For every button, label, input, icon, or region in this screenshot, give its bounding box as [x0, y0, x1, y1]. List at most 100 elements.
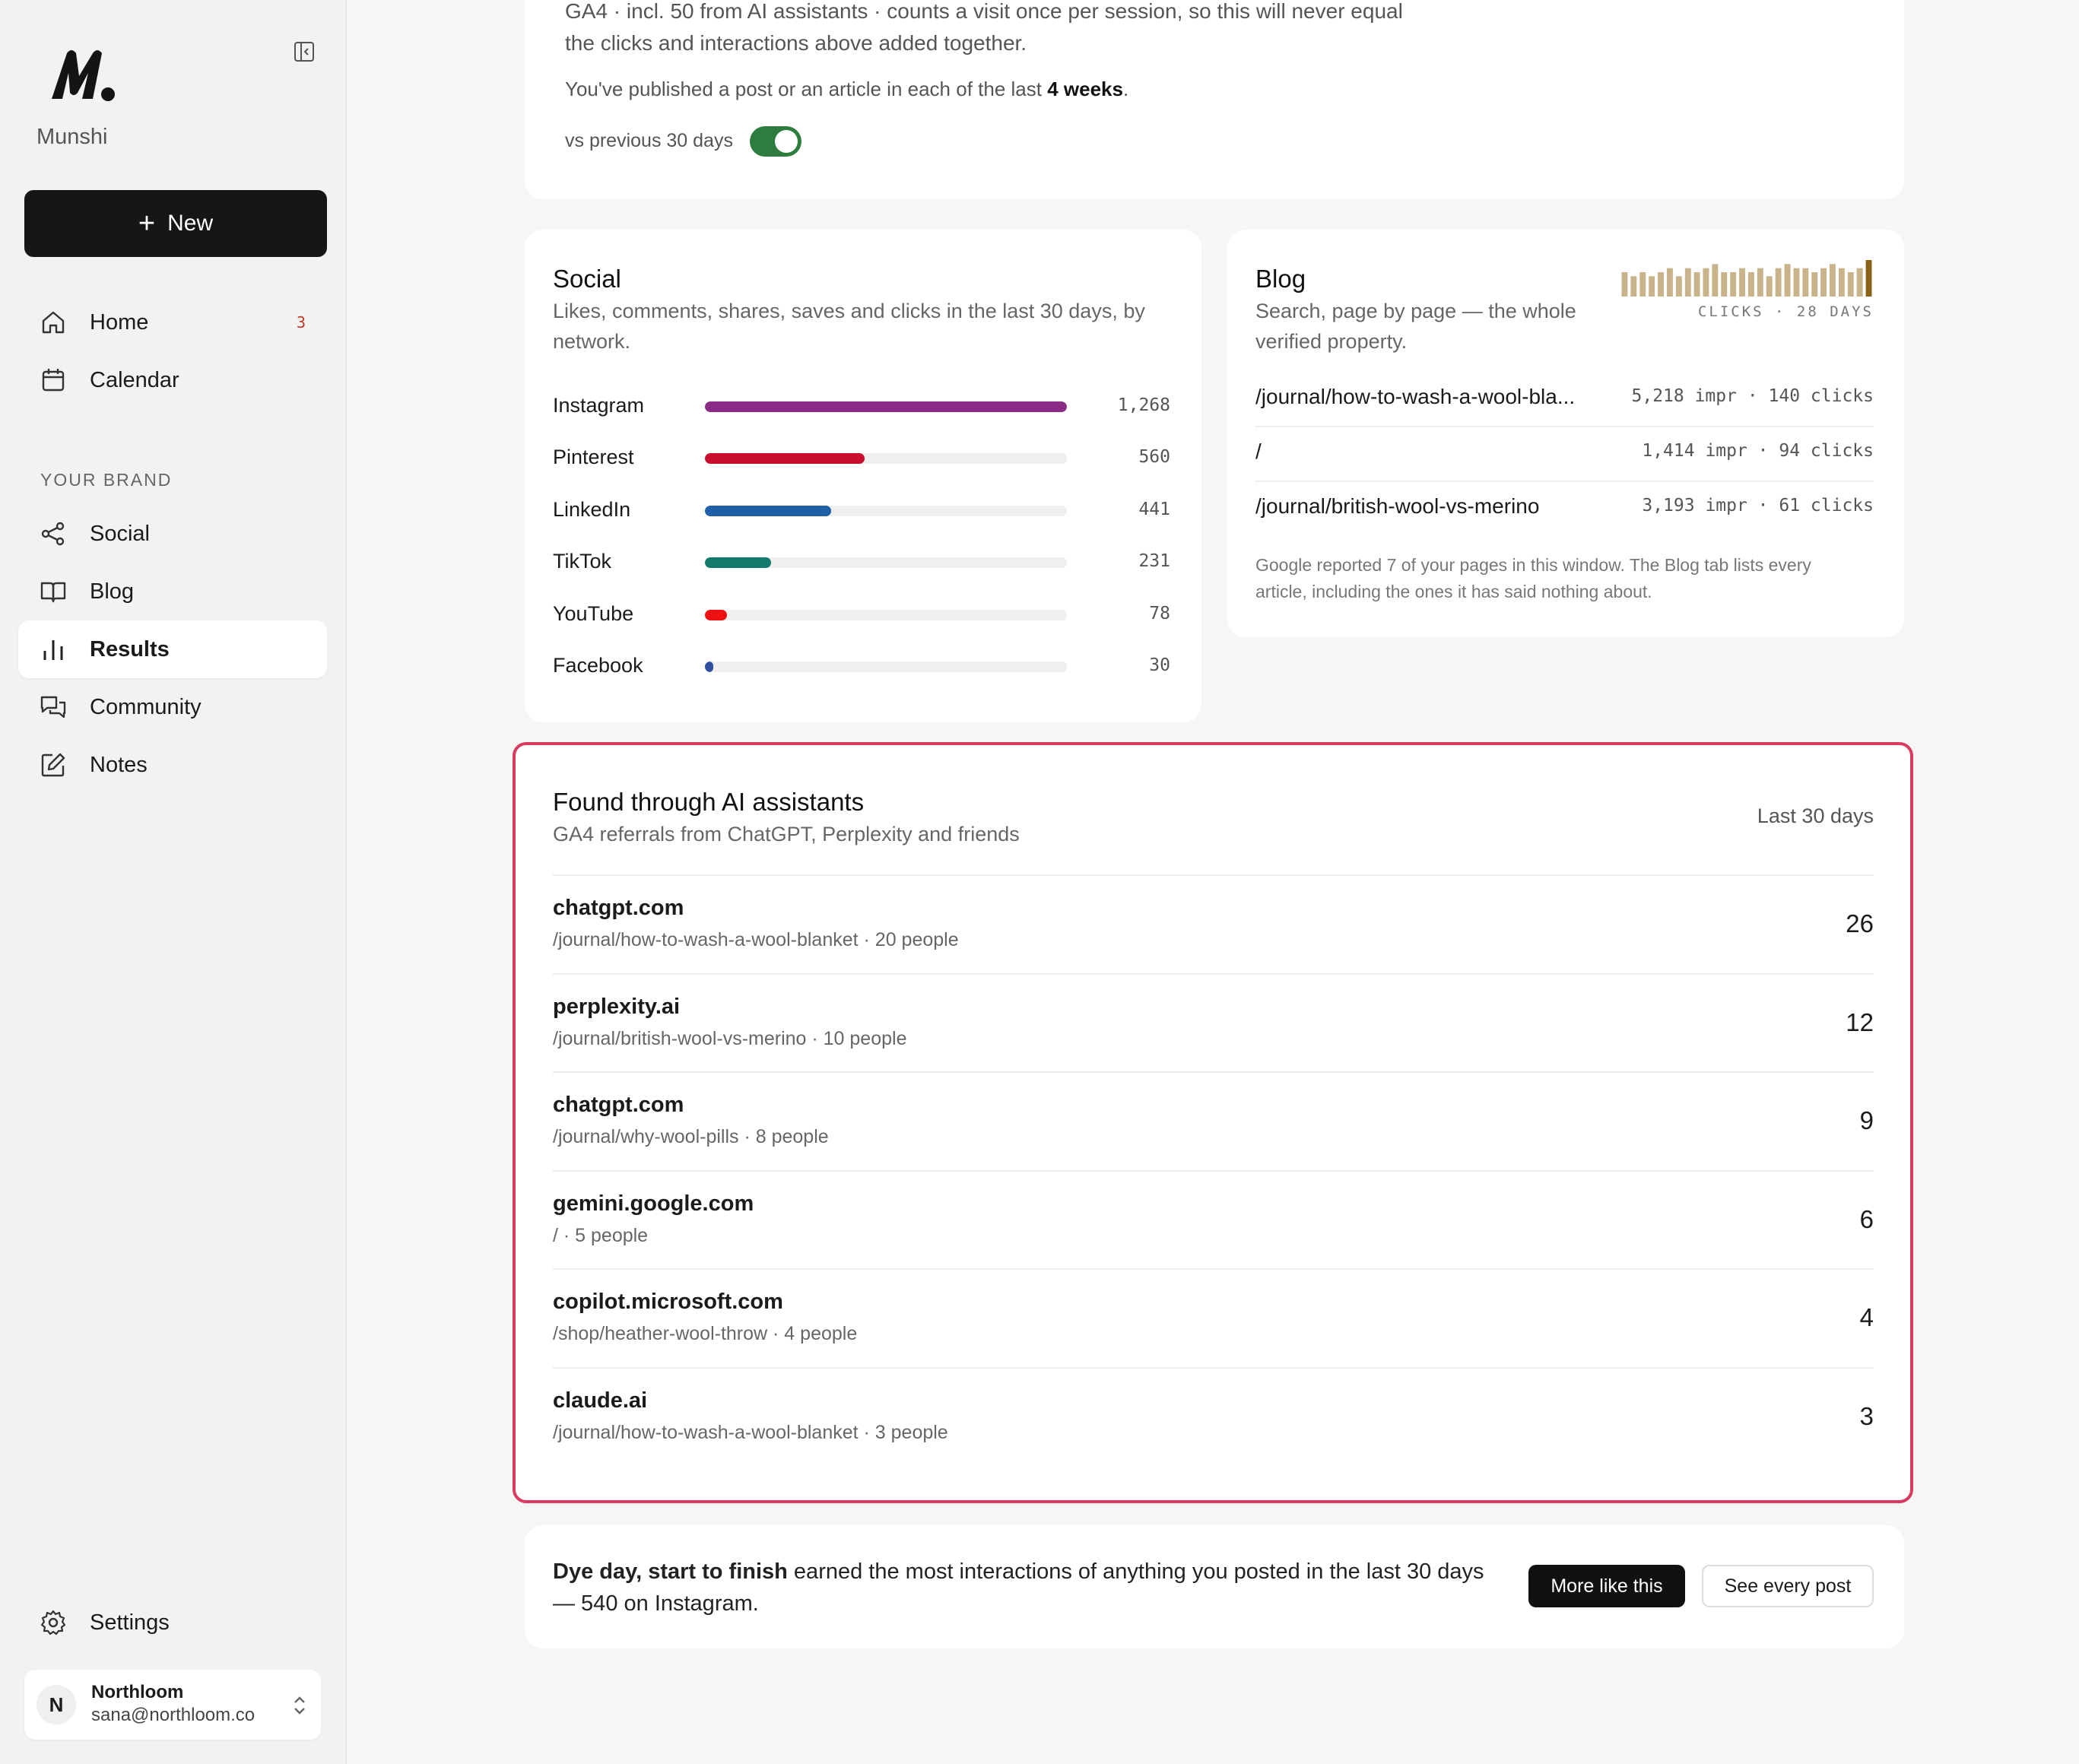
- sparkline-bar: [1712, 264, 1719, 297]
- sparkline-bar: [1748, 272, 1754, 297]
- network-value: 560: [1138, 447, 1170, 468]
- sidebar-item-label: Settings: [90, 1610, 170, 1635]
- referral-count: 3: [1859, 1402, 1874, 1430]
- blog-footnote: article, including the ones it has said …: [1255, 582, 1652, 601]
- network-bar-track: [705, 505, 1067, 516]
- new-button[interactable]: + New: [24, 190, 327, 257]
- sidebar-item-label: Notes: [90, 752, 148, 777]
- sidebar-item-settings[interactable]: Settings: [18, 1594, 327, 1651]
- sidebar-item-calendar[interactable]: Calendar: [18, 351, 327, 409]
- sparkline-caption: CLICKS · 28 DAYS: [1697, 303, 1874, 320]
- network-label: Facebook: [553, 654, 643, 677]
- brand-name: Munshi: [37, 125, 108, 149]
- sidebar: Munshi + New Home 3 Calendar YOUR BRAND …: [0, 0, 347, 1764]
- social-row-pinterest[interactable]: Pinterest 560: [553, 443, 1170, 473]
- network-bar: [705, 609, 728, 620]
- sparkline-bar: [1739, 268, 1745, 297]
- top-post-text: earned the most interactions of anything…: [787, 1559, 1484, 1584]
- see-every-post-button[interactable]: See every post: [1702, 1565, 1874, 1607]
- divider: [1255, 426, 1874, 427]
- sidebar-item-home[interactable]: Home 3: [18, 293, 327, 351]
- ai-referral-row[interactable]: claude.ai/journal/how-to-wash-a-wool-bla…: [553, 1367, 1874, 1466]
- blog-page-row[interactable]: /journal/british-wool-vs-merino 3,193 im…: [1255, 487, 1874, 534]
- sparkline-bar: [1667, 268, 1673, 297]
- network-label: TikTok: [553, 550, 612, 573]
- sidebar-item-results[interactable]: Results: [18, 620, 327, 678]
- sidebar-item-label: Blog: [90, 579, 135, 604]
- book-icon: [40, 582, 66, 603]
- referral-count: 4: [1859, 1303, 1874, 1332]
- referral-count: 26: [1846, 909, 1874, 938]
- compare-toggle[interactable]: [750, 126, 801, 157]
- ai-title: Found through AI assistants: [553, 788, 865, 816]
- sidebar-item-notes[interactable]: Notes: [18, 736, 327, 794]
- sparkline-bar: [1802, 268, 1809, 297]
- sparkline-bar: [1830, 264, 1836, 297]
- sparkline-bar: [1649, 276, 1655, 297]
- avatar: N: [37, 1685, 76, 1724]
- referral-domain: claude.ai: [553, 1388, 648, 1413]
- referral-domain: perplexity.ai: [553, 994, 681, 1019]
- blog-page-stat: 3,193 impr · 61 clicks: [1642, 496, 1874, 516]
- account-switcher[interactable]: N Northloom sana@northloom.co: [24, 1670, 321, 1740]
- ai-referral-row[interactable]: perplexity.ai/journal/british-wool-vs-me…: [553, 972, 1874, 1072]
- sparkline-bar: [1658, 272, 1664, 297]
- social-row-facebook[interactable]: Facebook 30: [553, 651, 1170, 681]
- social-row-youtube[interactable]: YouTube 78: [553, 599, 1170, 630]
- ai-subtitle: GA4 referrals from ChatGPT, Perplexity a…: [553, 823, 1020, 846]
- blog-page-stat: 1,414 impr · 94 clicks: [1642, 441, 1874, 461]
- ai-referral-row[interactable]: gemini.google.com / · 5 people 6: [553, 1169, 1874, 1269]
- network-bar-track: [705, 662, 1067, 672]
- referral-meta: /shop/heather-wool-throw · 4 people: [553, 1323, 858, 1345]
- more-like-this-button[interactable]: More like this: [1528, 1565, 1685, 1607]
- ai-referral-row[interactable]: chatgpt.com/journal/how-to-wash-a-wool-b…: [553, 874, 1874, 973]
- collapse-sidebar-icon[interactable]: [293, 40, 316, 63]
- social-row-instagram[interactable]: Instagram 1,268: [553, 391, 1170, 421]
- blog-page-path: /journal/how-to-wash-a-wool-bla...: [1255, 385, 1576, 408]
- top-post-title: Dye day, start to finish: [553, 1559, 788, 1584]
- referral-meta: / · 5 people: [553, 1224, 649, 1246]
- sparkline-bar: [1703, 268, 1709, 297]
- social-row-tiktok[interactable]: TikTok 231: [553, 547, 1170, 577]
- sparkline-bar: [1766, 276, 1773, 297]
- sparkline-bar: [1757, 268, 1763, 297]
- published-prefix: You've published a post or an article in…: [565, 78, 1048, 100]
- network-bar-track: [705, 453, 1067, 465]
- sparkline-bar: [1784, 264, 1791, 297]
- referral-meta: /journal/how-to-wash-a-wool-blanket · 3 …: [553, 1422, 948, 1443]
- blog-page-row[interactable]: /journal/how-to-wash-a-wool-bla... 5,218…: [1255, 377, 1874, 424]
- sidebar-item-blog[interactable]: Blog: [18, 563, 327, 620]
- blog-page-row[interactable]: / 1,414 impr · 94 clicks: [1255, 432, 1874, 479]
- sparkline-bar: [1730, 272, 1737, 297]
- blog-title: Blog: [1255, 265, 1306, 293]
- sparkline-bar: [1675, 276, 1682, 297]
- published-streak: You've published a post or an article in…: [565, 73, 1128, 105]
- chevron-up-down-icon: [294, 1696, 305, 1715]
- sidebar-item-social[interactable]: Social: [18, 505, 327, 563]
- home-icon: [42, 311, 65, 334]
- sparkline-bar: [1693, 272, 1700, 297]
- clicks-sparkline: [1621, 260, 1872, 297]
- sparkline-bar: [1838, 268, 1845, 297]
- published-suffix: .: [1122, 78, 1129, 100]
- ai-referral-row[interactable]: copilot.microsoft.com/shop/heather-wool-…: [553, 1268, 1874, 1367]
- summary-line: the clicks and interactions above added …: [565, 31, 1027, 55]
- network-bar: [705, 453, 865, 465]
- blog-subtitle: Search, page by page — the whole: [1255, 300, 1576, 322]
- sidebar-item-label: Social: [90, 521, 150, 546]
- sidebar-item-community[interactable]: Community: [18, 678, 327, 736]
- sidebar-item-label: Calendar: [90, 367, 179, 392]
- blog-page-path: /: [1255, 439, 1262, 463]
- referral-meta: /journal/why-wool-pills · 8 people: [553, 1126, 829, 1148]
- chat-icon: [40, 696, 66, 719]
- munshi-logo[interactable]: [49, 46, 117, 106]
- network-bar-track: [705, 401, 1067, 412]
- social-row-linkedin[interactable]: LinkedIn 441: [553, 495, 1170, 525]
- ai-referral-row[interactable]: chatgpt.com/journal/why-wool-pills · 8 p…: [553, 1071, 1874, 1170]
- network-value: 78: [1149, 603, 1170, 623]
- referral-domain: chatgpt.com: [553, 896, 684, 920]
- network-label: YouTube: [553, 601, 634, 625]
- bar-chart-icon: [43, 640, 63, 660]
- divider: [1255, 481, 1874, 482]
- sparkline-bar: [1684, 268, 1691, 297]
